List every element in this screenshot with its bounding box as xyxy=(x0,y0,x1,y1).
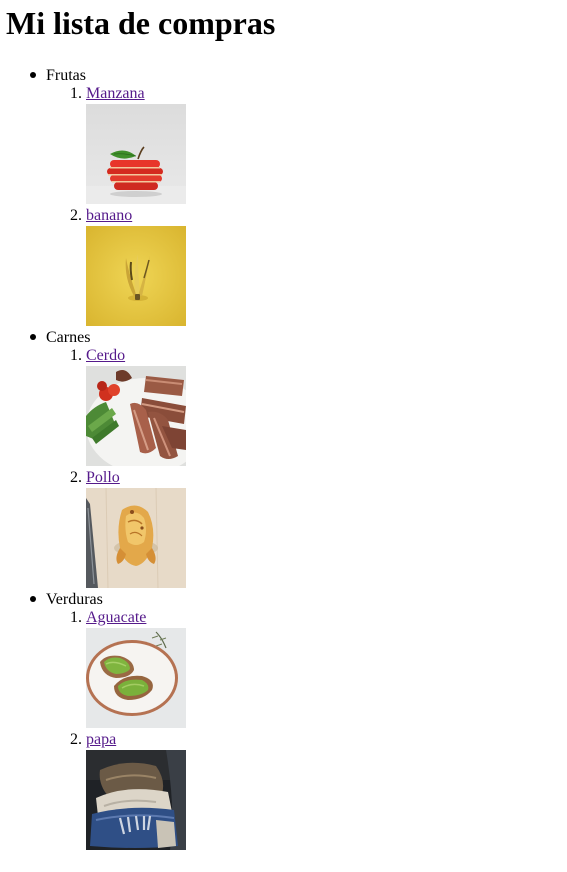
list-item-aguacate: 1. Aguacate xyxy=(70,609,567,728)
potato-sack-photo xyxy=(86,750,186,850)
category-carnes: Carnes 1. Cerdo 2. Pollo xyxy=(30,329,567,588)
banana-peel-photo xyxy=(86,226,186,326)
item-number: 2. xyxy=(70,207,82,224)
list-item-papa: 2. papa xyxy=(70,731,567,850)
list-item-pollo: 2. Pollo xyxy=(70,469,567,588)
item-link-pollo[interactable]: Pollo xyxy=(86,469,120,487)
pork-steak-plate-photo xyxy=(86,366,186,466)
category-verduras: Verduras 1. Aguacate 2. papa xyxy=(30,591,567,850)
item-link-manzana[interactable]: Manzana xyxy=(86,85,145,103)
item-list: 1. Manzana 2. banano xyxy=(46,85,567,326)
item-link-cerdo[interactable]: Cerdo xyxy=(86,347,125,365)
bullet-icon xyxy=(30,72,36,78)
item-link-papa[interactable]: papa xyxy=(86,731,116,749)
page: Mi lista de compras Frutas 1. Manzana 2.… xyxy=(0,0,567,850)
item-number: 2. xyxy=(70,469,82,486)
item-number: 1. xyxy=(70,347,82,364)
category-label: Frutas xyxy=(46,67,86,84)
item-number: 1. xyxy=(70,85,82,102)
roast-chicken-photo xyxy=(86,488,186,588)
item-number: 1. xyxy=(70,609,82,626)
category-frutas: Frutas 1. Manzana 2. banano xyxy=(30,67,567,326)
item-link-banano[interactable]: banano xyxy=(86,207,132,225)
item-number: 2. xyxy=(70,731,82,748)
bullet-icon xyxy=(30,596,36,602)
list-item-banano: 2. banano xyxy=(70,207,567,326)
sliced-apple-photo xyxy=(86,104,186,204)
category-label: Carnes xyxy=(46,329,91,346)
page-title: Mi lista de compras xyxy=(6,5,276,41)
category-label: Verduras xyxy=(46,591,103,608)
item-list: 1. Cerdo 2. Pollo xyxy=(46,347,567,588)
list-item-cerdo: 1. Cerdo xyxy=(70,347,567,466)
bullet-icon xyxy=(30,334,36,340)
category-list: Frutas 1. Manzana 2. banano Carnes 1. Ce… xyxy=(6,67,567,850)
avocado-toast-photo xyxy=(86,628,186,728)
list-item-manzana: 1. Manzana xyxy=(70,85,567,204)
item-list: 1. Aguacate 2. papa xyxy=(46,609,567,850)
item-link-aguacate[interactable]: Aguacate xyxy=(86,609,146,627)
